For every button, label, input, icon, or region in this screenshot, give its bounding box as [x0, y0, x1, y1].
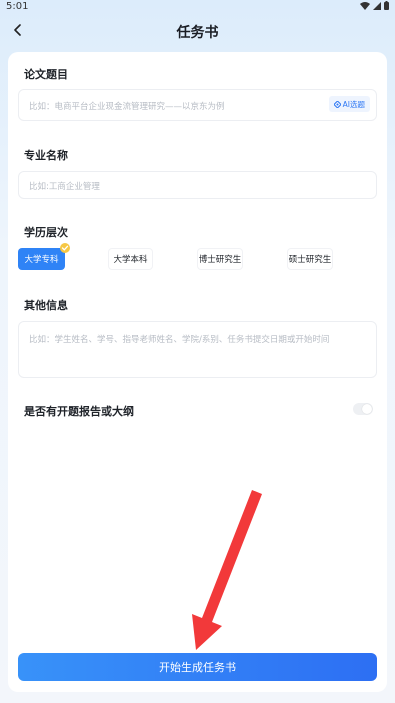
degree-option-label: 大学本科 [113, 255, 148, 265]
wifi-icon [360, 1, 370, 10]
generate-task-book-button-label: 开始生成任务书 [159, 661, 236, 674]
ai-topic-button[interactable]: AI选题 [328, 96, 370, 112]
other-info-label: 其他信息 [18, 295, 68, 313]
toggle-knob [362, 404, 372, 414]
battery-icon [384, 1, 389, 10]
major-placeholder: 比如:工商企业管理 [29, 182, 100, 192]
major-input[interactable]: 比如:工商企业管理 [18, 171, 377, 199]
other-info-placeholder: 比如：学生姓名、学号、指导老师姓名、学院/系别、任务书提交日期或开始时间 [29, 335, 330, 345]
degree-option-junior-college[interactable]: 大学专科 [18, 243, 70, 270]
degree-option-label: 大学专科 [24, 255, 59, 265]
ai-topic-button-label: AI选题 [342, 99, 365, 109]
generate-task-book-button[interactable]: 开始生成任务书 [18, 653, 377, 681]
other-info-label-text: 其他信息 [24, 299, 68, 312]
diamond-icon [333, 100, 341, 108]
degree-option-label: 硕士研究生 [288, 255, 332, 265]
thesis-title-placeholder: 比如：电商平台企业现金流管理研究——以京东为例 [29, 102, 225, 112]
has-outline-label: 是否有开题报告或大纲 [24, 403, 134, 419]
status-time: 5:01 [6, 1, 29, 12]
form-card: 论文题目 比如：电商平台企业现金流管理研究——以京东为例 AI选题 专业名称 比… [8, 52, 387, 692]
header: 任务书 [0, 16, 395, 46]
degree-option-masters[interactable]: 硕士研究生 [287, 248, 333, 270]
degree-option-undergraduate[interactable]: 大学本科 [108, 248, 153, 270]
major-label-text: 专业名称 [24, 149, 68, 162]
signal-icon [373, 1, 381, 10]
major-label: 专业名称 [18, 145, 68, 163]
degree-level-label: 学历层次 [18, 222, 68, 240]
degree-level-label-text: 学历层次 [24, 226, 68, 239]
page-title: 任务书 [176, 25, 219, 41]
degree-option-doctoral[interactable]: 博士研究生 [197, 248, 243, 270]
has-outline-toggle[interactable] [353, 403, 373, 415]
check-badge-icon [60, 243, 70, 253]
other-info-textarea[interactable]: 比如：学生姓名、学号、指导老师姓名、学院/系别、任务书提交日期或开始时间 [18, 321, 377, 378]
thesis-title-label-text: 论文题目 [24, 68, 68, 81]
thesis-title-label: 论文题目 [18, 64, 68, 82]
has-outline-label-text: 是否有开题报告或大纲 [24, 405, 134, 418]
thesis-title-input[interactable]: 比如：电商平台企业现金流管理研究——以京东为例 AI选题 [18, 89, 377, 121]
degree-option-label: 博士研究生 [198, 255, 242, 265]
status-bar: 5:01 [0, 0, 395, 14]
status-icons [360, 1, 389, 10]
